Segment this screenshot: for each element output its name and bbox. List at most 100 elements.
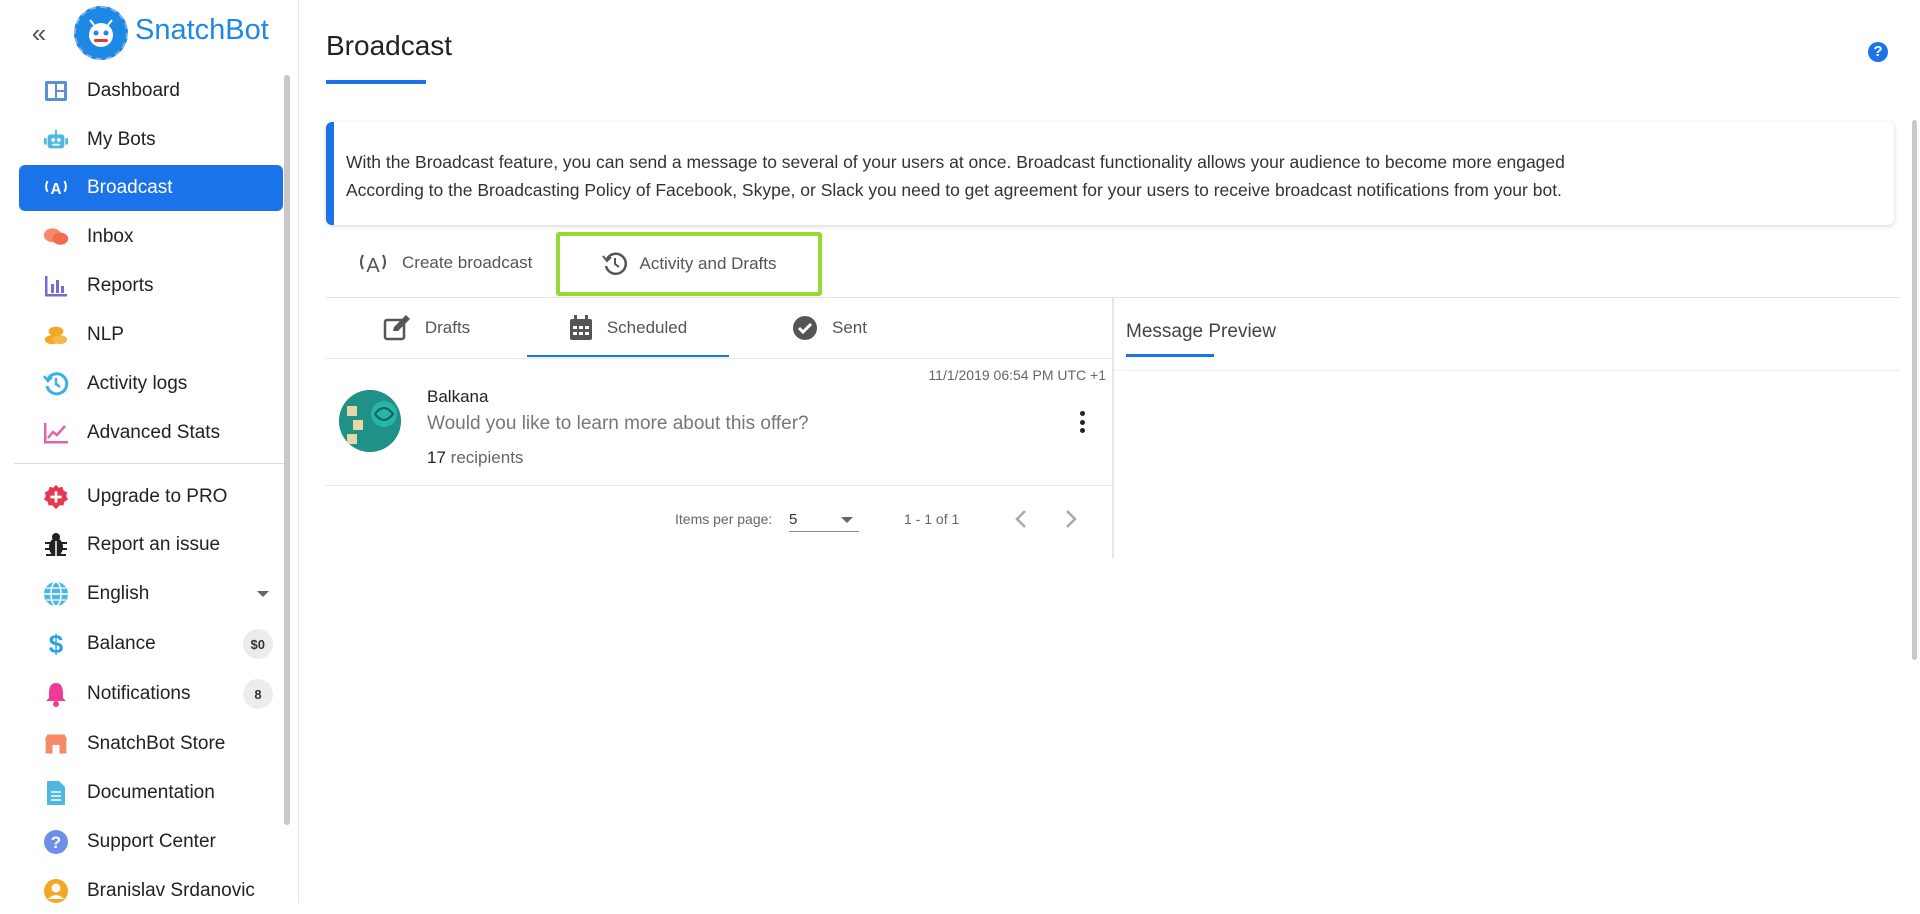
subtab-label: Drafts (424, 318, 471, 337)
more-options-icon[interactable] (1074, 409, 1090, 435)
sidebar-scrollbar[interactable] (284, 75, 290, 825)
sidebar-item-user[interactable]: Branislav Srdanovic (19, 868, 283, 914)
sidebar-item-report-issue[interactable]: Report an issue (19, 522, 283, 568)
sidebar-item-label: Support Center (87, 831, 216, 852)
message-bot-name: Balkana (427, 387, 489, 406)
sidebar-item-label: My Bots (87, 129, 156, 150)
line-chart-icon (43, 420, 69, 446)
chat-bubbles-icon (43, 224, 69, 250)
plus-badge-icon (43, 484, 69, 510)
info-box: With the Broadcast feature, you can send… (326, 122, 1894, 225)
page-scrollbar[interactable] (1912, 120, 1917, 660)
message-preview-divider (1114, 370, 1900, 371)
robot-icon (43, 127, 69, 153)
message-date: 11/1/2019 06:54 PM UTC +1 (928, 367, 1106, 383)
balance-badge: $0 (242, 629, 273, 659)
chevron-right-icon (1066, 510, 1077, 528)
bell-icon (43, 681, 69, 707)
sidebar-item-balance[interactable]: $ Balance $0 (19, 621, 283, 667)
sidebar: « SnatchBot Dashboard My Bots A Broadcas… (0, 0, 299, 903)
sidebar-item-advanced-stats[interactable]: Advanced Stats (19, 410, 283, 456)
sidebar-item-activity-logs[interactable]: Activity logs (19, 361, 283, 407)
message-preview-title: Message Preview (1126, 321, 1276, 342)
svg-text:A: A (366, 255, 380, 276)
page-title: Broadcast (326, 30, 453, 61)
bar-chart-icon (43, 273, 69, 299)
svg-text:A: A (50, 181, 61, 198)
sidebar-item-label: Reports (87, 275, 154, 296)
sidebar-item-label: Notifications (87, 683, 191, 704)
sidebar-item-label: Advanced Stats (87, 422, 221, 443)
sidebar-item-label: Documentation (87, 782, 215, 803)
recipient-label: recipients (450, 448, 524, 467)
user-icon (43, 878, 69, 904)
message-recipients: 17 recipients (427, 448, 523, 468)
items-per-page-select[interactable]: 5 (789, 507, 859, 532)
info-line-1: With the Broadcast feature, you can send… (346, 152, 1565, 172)
sidebar-item-label: English (87, 583, 150, 604)
chevron-down-icon (841, 517, 853, 523)
items-per-page-label: Items per page: (675, 511, 773, 527)
collapse-sidebar-icon[interactable]: « (26, 20, 52, 46)
check-circle-icon (792, 315, 818, 341)
help-icon[interactable]: ? (1868, 42, 1888, 62)
brand-name: SnatchBot (135, 14, 269, 46)
question-icon: ? (43, 829, 69, 855)
document-icon (43, 780, 69, 806)
subtab-label: Sent (832, 318, 867, 337)
broadcast-icon: A (356, 250, 390, 276)
sidebar-item-documentation[interactable]: Documentation (19, 770, 283, 816)
chevron-left-icon (1015, 510, 1026, 528)
recipient-count: 17 (427, 448, 446, 467)
language-select[interactable]: English (19, 571, 283, 617)
dashboard-icon (43, 78, 69, 104)
broadcast-icon: A (43, 175, 69, 201)
broadcast-list-panel: Drafts Scheduled Sent 11/1/2019 06:54 PM… (326, 298, 1114, 558)
message-text: Would you like to learn more about this … (427, 413, 809, 434)
sidebar-item-reports[interactable]: Reports (19, 263, 283, 309)
paginator: Items per page: 5 1 - 1 of 1 (326, 486, 1112, 556)
tab-label: Create broadcast (402, 253, 533, 272)
sidebar-item-label: SnatchBot Store (87, 733, 226, 754)
subtab-drafts[interactable]: Drafts (326, 298, 527, 358)
next-page-button[interactable] (1057, 505, 1085, 533)
sidebar-item-label: NLP (87, 324, 124, 345)
sidebar-item-label: Activity logs (87, 373, 188, 394)
history-icon (43, 371, 69, 397)
items-per-page-value: 5 (789, 511, 798, 528)
subtab-label: Scheduled (606, 318, 688, 337)
subtab-scheduled[interactable]: Scheduled (527, 298, 729, 358)
sidebar-item-label: Broadcast (87, 177, 173, 198)
sidebar-item-notifications[interactable]: Notifications 8 (19, 671, 283, 717)
info-line-2: According to the Broadcasting Policy of … (346, 180, 1562, 200)
globe-icon (43, 581, 69, 607)
sidebar-item-nlp[interactable]: NLP (19, 312, 283, 358)
page-title-underline (326, 80, 426, 84)
store-icon (43, 731, 69, 757)
sidebar-item-label: Dashboard (87, 80, 180, 101)
tab-activity-and-drafts[interactable]: Activity and Drafts (556, 232, 822, 296)
sidebar-item-label: Balance (87, 633, 156, 654)
previous-page-button[interactable] (1007, 505, 1035, 533)
sidebar-item-label: Upgrade to PRO (87, 486, 228, 507)
sidebar-item-broadcast[interactable]: A Broadcast (19, 165, 283, 211)
snatchbot-logo (74, 6, 128, 60)
tab-label: Activity and Drafts (639, 254, 777, 273)
subtab-sent[interactable]: Sent (729, 298, 930, 358)
dollar-icon: $ (48, 628, 64, 659)
bot-avatar (339, 390, 401, 452)
page-range: 1 - 1 of 1 (904, 511, 960, 527)
notifications-badge: 8 (243, 679, 273, 709)
svg-text:?: ? (51, 833, 61, 852)
sidebar-item-label: Branislav Srdanovic (87, 880, 255, 901)
tab-create-broadcast[interactable]: A Create broadcast (356, 232, 532, 294)
history-icon (601, 251, 628, 277)
sidebar-item-support[interactable]: ? Support Center (19, 819, 283, 865)
list-item[interactable]: 11/1/2019 06:54 PM UTC +1 Balkana Would … (326, 359, 1112, 486)
sidebar-item-upgrade[interactable]: Upgrade to PRO (19, 474, 283, 520)
sidebar-item-inbox[interactable]: Inbox (19, 214, 283, 260)
sidebar-item-store[interactable]: SnatchBot Store (19, 721, 283, 767)
sidebar-item-dashboard[interactable]: Dashboard (19, 68, 283, 114)
sidebar-item-my-bots[interactable]: My Bots (19, 117, 283, 163)
chevron-down-icon (257, 591, 269, 597)
